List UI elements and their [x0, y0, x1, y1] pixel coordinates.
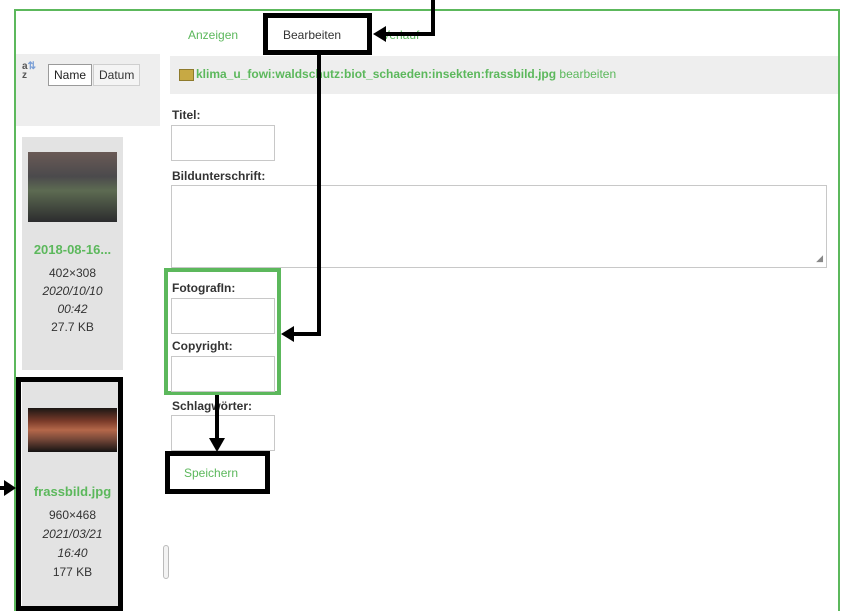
- arrow-head: [281, 326, 294, 342]
- arrow-head: [4, 480, 16, 496]
- arrow-head: [209, 438, 225, 452]
- annotation-arrows: [0, 0, 435, 496]
- arrow-head: [373, 26, 386, 42]
